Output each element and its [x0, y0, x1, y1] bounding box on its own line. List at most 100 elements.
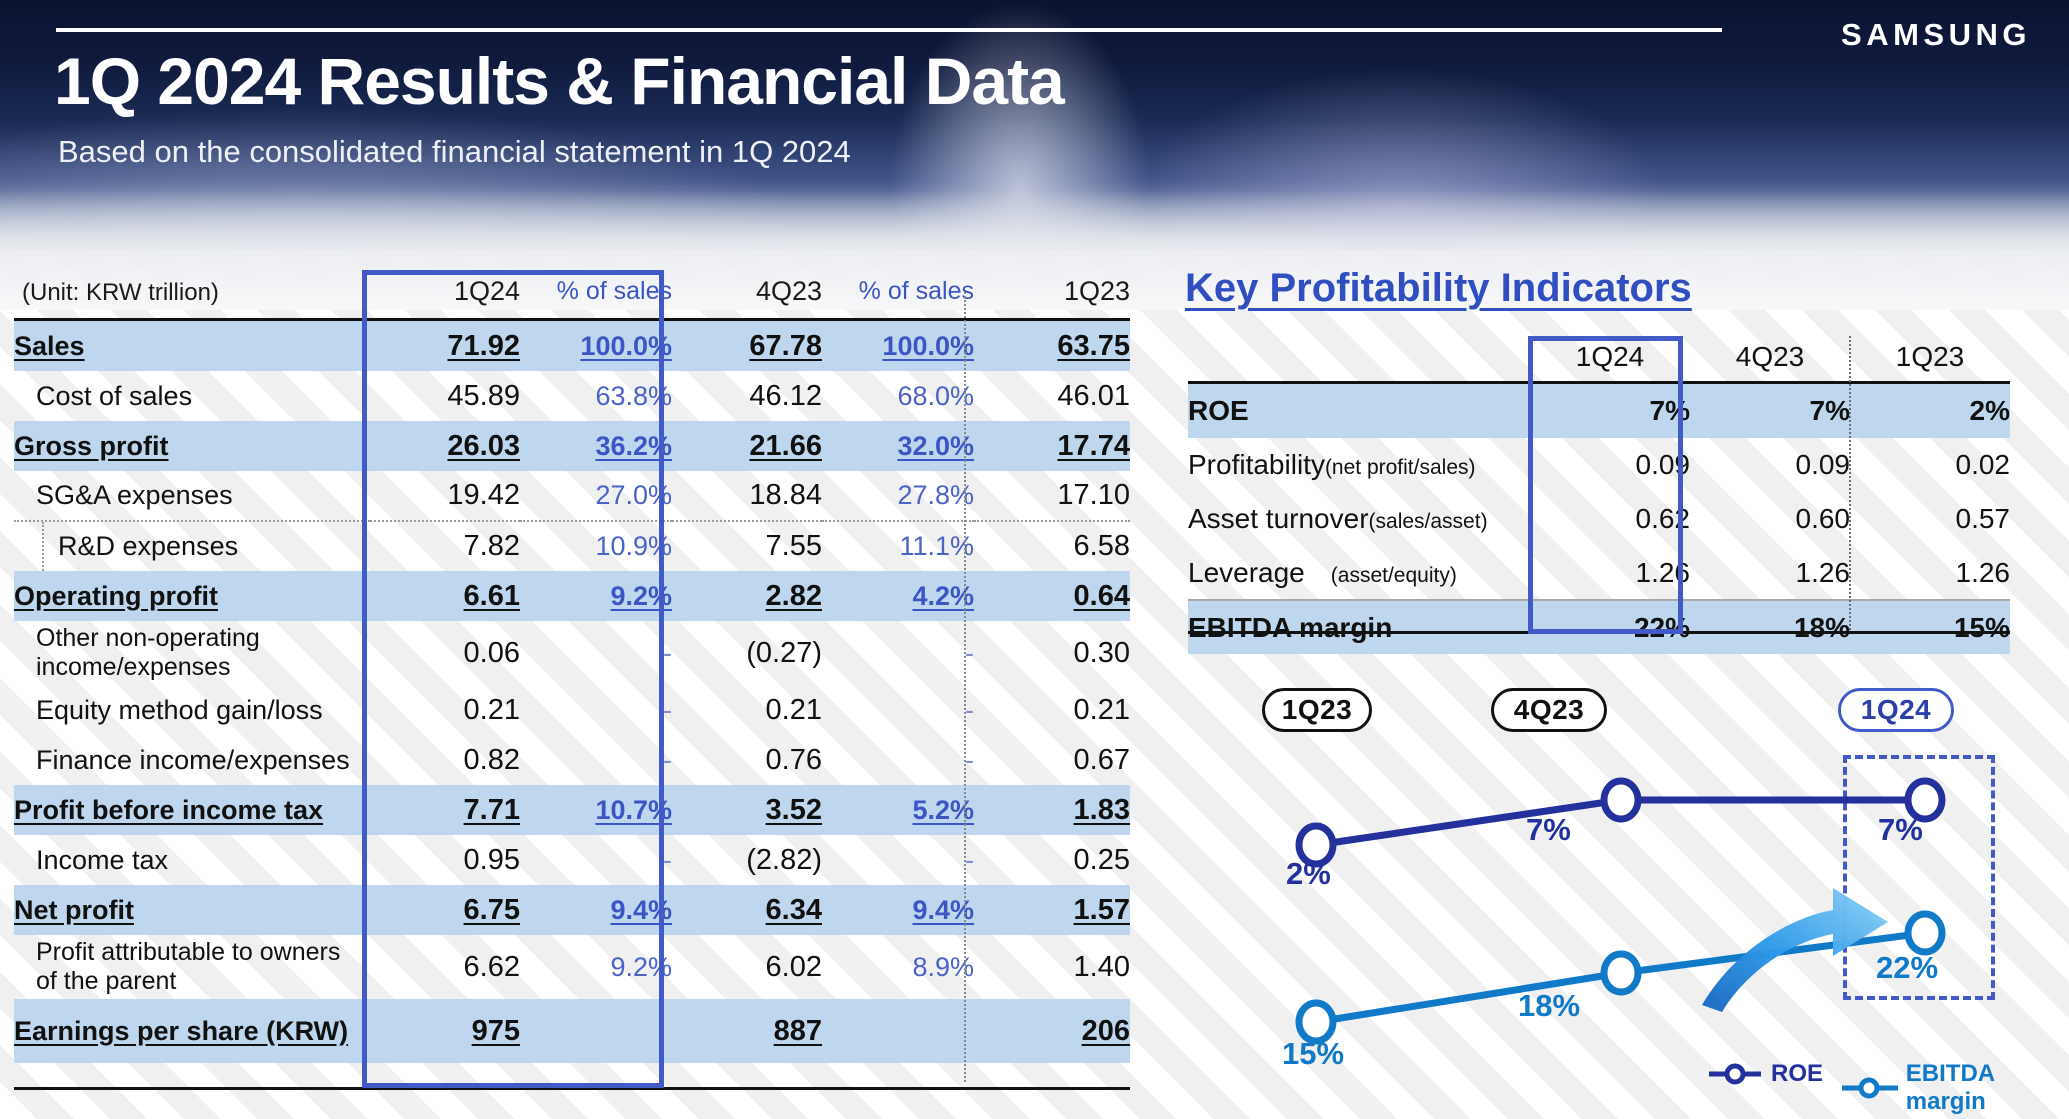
kpi-row-label: Asset turnover — [1188, 503, 1369, 534]
cell-value: 1.40 — [1073, 950, 1130, 983]
kpi-row-sublabel: (asset/equity) — [1330, 563, 1457, 587]
kpi-col-header-1q24: 1Q24 — [1575, 341, 1645, 372]
cell-pct: - — [965, 694, 974, 725]
cell-pct: 11.1% — [899, 531, 974, 561]
table-row: Operating profit 6.61 9.2% 2.82 4.2% 0.6… — [14, 571, 1130, 621]
table-row: Profit attributable to owners of the par… — [14, 935, 1130, 999]
cell-value: 17.10 — [1057, 479, 1130, 511]
kpi-cell-value: 1.26 — [1955, 556, 2011, 588]
kpi-section-title: Key Profitability Indicators — [1185, 266, 1692, 310]
table-row: Cost of sales 45.89 63.8% 46.12 68.0% 46… — [14, 371, 1130, 421]
financial-results-table: (Unit: KRW trillion) 1Q24 % of sales 4Q2… — [14, 264, 1130, 1063]
kpi-cell-value: 0.09 — [1795, 449, 1851, 480]
table-row: Net profit 6.75 9.4% 6.34 9.4% 1.57 — [14, 885, 1130, 935]
kpi-col-header-4q23: 4Q23 — [1735, 341, 1805, 372]
cell-pct: - — [663, 694, 672, 725]
kpi-cell-value: 0.09 — [1635, 449, 1691, 480]
key-profitability-table: 1Q24 4Q23 1Q23 ROE 7% 7% 2% Profitabilit… — [1188, 333, 2010, 654]
row-label: Profit before income tax — [14, 794, 324, 825]
cell-value: 7.82 — [463, 530, 520, 562]
data-point-ebitda-1q24 — [1904, 910, 1946, 956]
cell-value: 0.21 — [463, 693, 520, 726]
cell-pct: 9.2% — [610, 951, 672, 982]
page-subtitle: Based on the consolidated financial stat… — [58, 134, 851, 169]
cell-pct: - — [663, 844, 672, 875]
samsung-logo: SAMSUNG — [1841, 17, 2031, 52]
row-label: Equity method gain/loss — [36, 694, 323, 725]
kpi-cell-value: 1.26 — [1795, 556, 1851, 588]
row-label: Cost of sales — [36, 380, 193, 411]
table-row: SG&A expenses 19.42 27.0% 18.84 27.8% 17… — [14, 471, 1130, 521]
cell-value: 0.76 — [765, 743, 822, 776]
legend-marker-ebitda-icon — [1842, 1077, 1898, 1099]
col-header-pct-1q24: % of sales — [556, 276, 672, 305]
table-row: Finance income/expenses 0.82 - 0.76 - 0.… — [14, 735, 1130, 785]
kpi-vertical-divider — [1849, 336, 1851, 634]
cell-value: 0.64 — [1073, 579, 1130, 612]
table-row: R&D expenses 7.82 10.9% 7.55 11.1% 6.58 — [14, 520, 1130, 572]
table-row: Sales 71.92 100.0% 67.78 100.0% 63.75 — [14, 321, 1130, 371]
cell-pct: 9.2% — [610, 580, 672, 611]
cell-pct: - — [965, 744, 974, 775]
kpi-row: Profitability(net profit/sales) 0.09 0.0… — [1188, 438, 2010, 492]
row-label: Operating profit — [14, 580, 218, 611]
legend-item-roe: ROE — [1707, 1060, 1823, 1088]
col-header-4q23: 4Q23 — [755, 275, 822, 306]
table-header-row: (Unit: KRW trillion) 1Q24 % of sales 4Q2… — [14, 264, 1130, 318]
table-row: Income tax 0.95 - (2.82) - 0.25 — [14, 835, 1130, 885]
kpi-cell-value: 0.02 — [1955, 449, 2011, 480]
row-label: Other non-operating income/expenses — [14, 624, 370, 683]
kpi-row: EBITDA margin 22% 18% 15% — [1188, 599, 2010, 654]
kpi-col-header-1q23: 1Q23 — [1895, 341, 1965, 372]
cell-value: 71.92 — [447, 329, 520, 362]
cell-value: 46.01 — [1057, 379, 1130, 412]
col-header-pct-4q23: % of sales — [858, 276, 974, 305]
legend-item-ebitda: EBITDA margin — [1840, 1060, 2069, 1116]
cell-value: 1.57 — [1073, 893, 1130, 926]
page-title: 1Q 2024 Results & Financial Data — [54, 44, 1065, 118]
row-label: Income tax — [36, 844, 169, 875]
kpi-header-row: 1Q24 4Q23 1Q23 — [1188, 333, 2010, 381]
cell-pct: 32.0% — [897, 430, 974, 461]
kpi-row-label: ROE — [1188, 395, 1249, 426]
row-label-line1: Other non-operating — [36, 623, 260, 652]
cell-value: 17.74 — [1057, 429, 1130, 462]
cell-value: 206 — [1081, 1014, 1130, 1047]
data-label-roe-4q23: 7% — [1526, 812, 1571, 847]
kpi-cell-value: 7% — [1690, 384, 1850, 438]
cell-value: 1.83 — [1073, 793, 1130, 826]
cell-value: 6.58 — [1073, 530, 1130, 562]
cell-pct: 27.8% — [897, 480, 974, 510]
cell-value: 21.66 — [749, 429, 822, 462]
cell-value: 7.55 — [765, 530, 822, 562]
cell-pct: 100.0% — [580, 330, 672, 361]
kpi-cell-value: 0.60 — [1795, 503, 1851, 534]
unit-label: (Unit: KRW trillion) — [22, 278, 219, 306]
cell-value: 67.78 — [749, 329, 822, 362]
cell-pct: 100.0% — [882, 330, 974, 361]
cell-value: 0.21 — [1073, 693, 1130, 726]
row-label: Finance income/expenses — [36, 744, 350, 775]
kpi-cell-value: 1.26 — [1635, 556, 1691, 588]
profitability-trend-chart: 1Q23 4Q23 1Q24 2% 7% 7% 15% 18% 22% ROE … — [1188, 660, 2069, 1119]
kpi-cell-value: 7% — [1530, 384, 1690, 438]
cell-pct: - — [663, 637, 672, 668]
cell-value: 45.89 — [447, 379, 520, 412]
table-row: Earnings per share (KRW) 975 887 206 — [14, 999, 1130, 1063]
legend-label-ebitda: EBITDA margin — [1905, 1060, 1995, 1115]
cell-value: 0.21 — [765, 693, 822, 726]
row-label: Earnings per share (KRW) — [14, 1015, 349, 1046]
kpi-row-label: Leverage — [1188, 556, 1305, 588]
data-label-ebitda-4q23: 18% — [1518, 988, 1581, 1023]
legend-marker-roe-icon — [1709, 1063, 1761, 1085]
kpi-row-sublabel: (sales/asset) — [1368, 510, 1488, 533]
slide-header: 1Q 2024 Results & Financial Data Based o… — [0, 0, 2069, 250]
table-row: Other non-operating income/expenses 0.06… — [14, 621, 1130, 685]
kpi-row: Leverage (asset/equity) 1.26 1.26 1.26 — [1188, 546, 2010, 600]
data-label-ebitda-1q23: 15% — [1282, 1036, 1345, 1071]
kpi-row: Asset turnover(sales/asset) 0.62 0.60 0.… — [1188, 492, 2010, 546]
cell-pct: 63.8% — [595, 380, 672, 411]
row-label: Gross profit — [14, 430, 169, 461]
data-point-roe-4q23 — [1600, 777, 1642, 823]
cell-value: 0.25 — [1073, 843, 1130, 876]
